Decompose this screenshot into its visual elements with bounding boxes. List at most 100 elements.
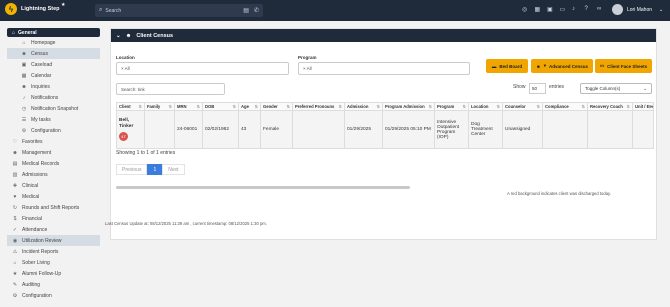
sidebar-item-my-tasks[interactable]: ☰ My tasks <box>7 114 100 125</box>
cell-value: Female <box>263 127 279 132</box>
bell-icon[interactable]: ♪ <box>572 6 585 13</box>
users-icon: ☻ <box>12 149 18 156</box>
search-icon: ⌕ <box>99 7 103 13</box>
location-select[interactable]: × All <box>116 62 289 75</box>
column-header-gender[interactable]: Gender ⇅ <box>260 102 293 111</box>
sidebar-item-notifications[interactable]: ♪ Notifications <box>7 92 100 103</box>
table-row[interactable]: Bell, Tinker 47 24-06001 02/02/1982 43 Female… <box>116 110 654 149</box>
gear-icon: ⚙ <box>12 292 18 299</box>
column-header-compliance[interactable]: Compliance ⇅ <box>542 102 588 111</box>
sidebar-item-calendar[interactable]: ▦ Calendar <box>7 70 100 81</box>
show-label: Show <box>513 84 526 90</box>
link-icon[interactable]: ∞ <box>597 6 610 13</box>
clinical-icon: ✚ <box>12 182 18 189</box>
column-header-dob[interactable]: DOB ⇅ <box>202 102 239 111</box>
column-header-family[interactable]: Family ⇅ <box>144 102 175 111</box>
table-search-input[interactable]: Search: tink <box>116 83 225 95</box>
help-icon[interactable]: ? <box>585 6 598 13</box>
sidebar-item-management[interactable]: ☻ Management <box>7 147 100 158</box>
page-length-select[interactable]: 50 <box>529 83 546 94</box>
records-icon: ▤ <box>12 160 18 167</box>
sidebar-item-incident-reports[interactable]: ⚠ Incident Reports <box>7 246 100 257</box>
brand[interactable]: ϟ Lightning Step ★ <box>5 2 65 15</box>
cell-value: 01/29/2025 <box>347 127 372 132</box>
bed-board-button[interactable]: ▬ Bed Board <box>486 59 528 73</box>
sidebar-item-favorites[interactable]: ♡ Favorites <box>7 136 100 147</box>
program-select[interactable]: × All <box>298 62 470 75</box>
sidebar-item-alumni-follow-up[interactable]: ★ Alumni Follow-Up <box>7 268 100 279</box>
column-header-preferred-pronouns[interactable]: Preferred Pronouns ⇅ <box>292 102 345 111</box>
sidebar-item-rounds-and-shift-reports[interactable]: ↻ Rounds and Shift Reports <box>7 202 100 213</box>
sidebar-item-census[interactable]: ☻ Census <box>7 48 100 59</box>
column-header-mrn[interactable]: MRN ⇅ <box>174 102 203 111</box>
advanced-census-button[interactable]: ☻ ▾ Advanced Census <box>531 59 593 73</box>
sidebar-item-label: Favorites <box>22 138 43 145</box>
collapse-chevron-icon[interactable]: ⌄ <box>116 33 121 39</box>
sidebar-item-label: Configuration <box>31 127 61 134</box>
grid-icon[interactable]: ▣ <box>547 6 560 13</box>
column-header-label: Family <box>147 104 161 109</box>
column-header-label: Gender <box>263 104 278 109</box>
column-header-label: Recovery Coach <box>590 104 623 109</box>
column-header-age[interactable]: Age ⇅ <box>238 102 261 111</box>
incident-icon: ⚠ <box>12 248 18 255</box>
avatar[interactable] <box>612 4 623 15</box>
sidebar-group-label: General <box>18 29 37 36</box>
client-alert-badge[interactable]: 47 <box>119 132 128 141</box>
chat-icon[interactable]: ▭ <box>560 6 573 13</box>
sidebar-item-admissions[interactable]: ▥ Admissions <box>7 169 100 180</box>
page-1-button[interactable]: 1 <box>147 164 163 175</box>
next-button[interactable]: Next <box>162 164 185 175</box>
sidebar-item-caseload[interactable]: ▣ Caseload <box>7 59 100 70</box>
scan-icon[interactable]: ▤ <box>243 7 249 14</box>
column-header-recovery-coach[interactable]: Recovery Coach ⇅ <box>587 102 633 111</box>
cell-location: Dog Treatment Center <box>468 110 503 149</box>
phone-icon[interactable]: ✆ <box>254 7 259 14</box>
id-card-icon: ▭ <box>599 63 605 68</box>
user-menu[interactable]: Lori Mahon ⌄ <box>612 4 663 15</box>
sidebar-item-financial[interactable]: $ Financial <box>7 213 100 224</box>
chevron-down-icon: ▾ <box>543 63 546 68</box>
column-header-unit-bed[interactable]: Unit / Bed ⇅ <box>632 102 654 111</box>
sidebar-item-utilization-review[interactable]: ◉ Utilization Review <box>7 235 100 246</box>
chevron-down-icon[interactable]: ⌄ <box>659 7 663 13</box>
cell-value: Dog Treatment Center <box>471 122 493 137</box>
heart-icon: ♡ <box>12 138 18 145</box>
cell-family <box>144 110 175 149</box>
pagination: Previous 1 Next <box>116 164 185 175</box>
calendar-icon: ▦ <box>21 72 27 79</box>
column-header-label: Program Admission <box>385 104 425 109</box>
sidebar-item-medical[interactable]: ♥ Medical <box>7 191 100 202</box>
global-search[interactable]: ⌕ Search ▤ ✆ <box>95 4 263 17</box>
sidebar-item-homepage[interactable]: ⌂ Homepage <box>7 37 100 48</box>
client-name-link[interactable]: Bell, Tinker <box>119 118 142 130</box>
sidebar-item-notification-snapshot[interactable]: ◷ Notification Snapshot <box>7 103 100 114</box>
column-header-admission[interactable]: Admission ⇅ <box>344 102 383 111</box>
sidebar-item-attendance[interactable]: ✓ Attendance <box>7 224 100 235</box>
cell-client[interactable]: Bell, Tinker 47 <box>116 110 145 149</box>
calendar-icon[interactable]: ▦ <box>535 6 548 13</box>
sidebar-group-general[interactable]: ⌂ General <box>7 28 100 37</box>
horizontal-scrollbar[interactable] <box>116 186 410 189</box>
sidebar-item-inquiries[interactable]: ☻ Inquiries <box>7 81 100 92</box>
chevron-down-icon: ⌄ <box>643 85 647 91</box>
column-header-client[interactable]: Client ⇅ <box>116 102 145 111</box>
previous-button[interactable]: Previous <box>116 164 148 175</box>
column-header-program[interactable]: Program ⇅ <box>434 102 469 111</box>
sidebar-item-auditing[interactable]: ✎ Auditing <box>7 279 100 290</box>
column-header-program-admission[interactable]: Program Admission ⇅ <box>382 102 435 111</box>
star-icon[interactable]: ★ <box>61 2 65 8</box>
sidebar-item-configuration[interactable]: ⚙ Configuration <box>7 125 100 136</box>
sidebar-item-clinical[interactable]: ✚ Clinical <box>7 180 100 191</box>
eye-slash-icon[interactable]: ◎ <box>522 6 535 13</box>
users-icon: ☻ <box>125 32 132 39</box>
column-header-location[interactable]: Location ⇅ <box>468 102 503 111</box>
toggle-columns-select[interactable]: Toggle Column(s) ⌄ <box>580 83 652 94</box>
sidebar-item-configuration[interactable]: ⚙ Configuration <box>7 290 100 301</box>
client-face-sheets-button[interactable]: ▭ Client Face Sheets <box>595 59 652 73</box>
alumni-icon: ★ <box>12 270 18 277</box>
sidebar-item-label: Notification Snapshot <box>31 105 79 112</box>
sidebar-item-sober-living[interactable]: ⌂ Sober Living <box>7 257 100 268</box>
sidebar-item-medical-records[interactable]: ▤ Medical Records <box>7 158 100 169</box>
column-header-counselor[interactable]: Counselor ⇅ <box>502 102 543 111</box>
